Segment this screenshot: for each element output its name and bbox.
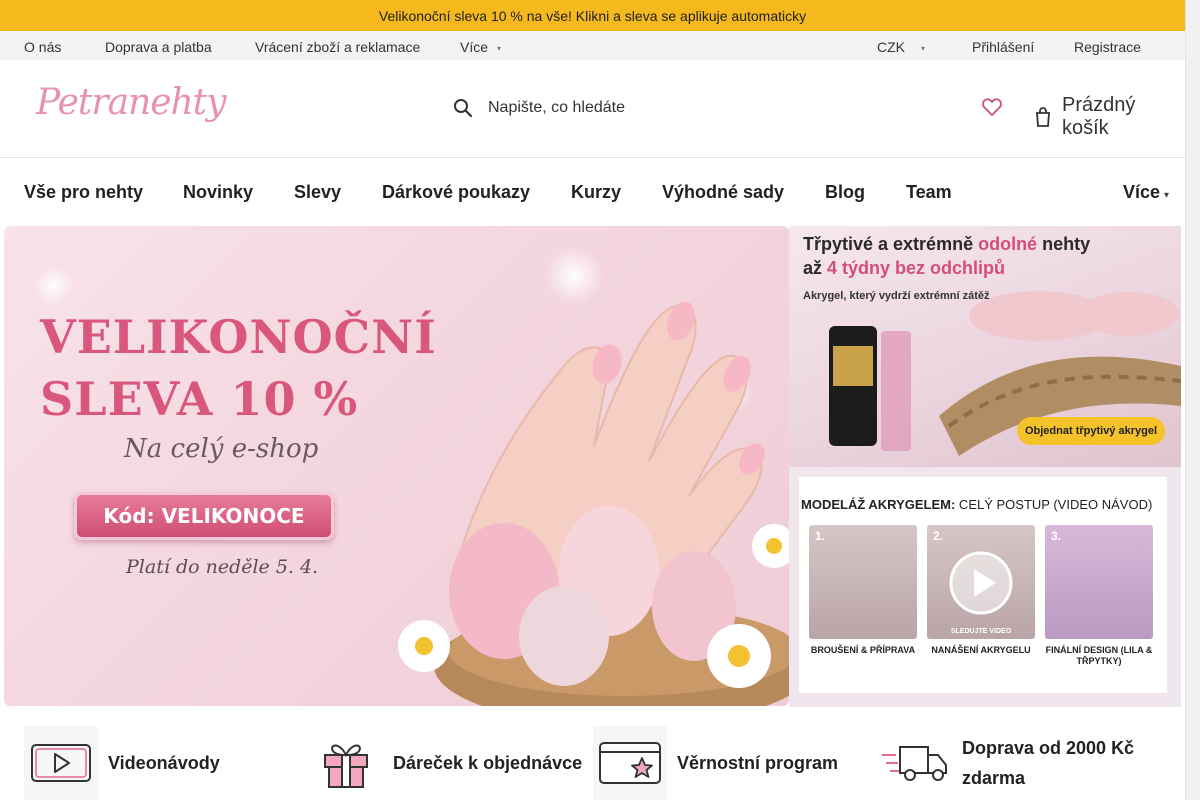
benefit-free-shipping[interactable]: Doprava od 2000 Kč zdarma [878,726,1152,800]
benefits-row: Videonávody Dáreček k objednávce Věrnost… [0,720,1185,800]
banner-subtitle: Na celý e-shop [124,434,319,464]
main-navigation: Vše pro nehty Novinky Slevy Dárkové pouk… [0,158,1185,226]
banner-title-line1: VELIKONOČNÍ [40,310,437,364]
register-link[interactable]: Registrace [1074,39,1141,55]
topbar-more-label: Více [460,39,489,55]
video-tutorial-banner[interactable]: MODELÁŽ AKRYGELEM: CELÝ POSTUP (VIDEO NÁ… [789,467,1181,707]
sparkle-decoration [34,266,74,306]
nav-item-sales[interactable]: Slevy [294,182,341,203]
search-bar[interactable] [450,90,800,126]
nav-more-label: Více [1123,182,1161,202]
tutorial-step-number: 2. [933,529,944,543]
chevron-down-icon: ▾ [497,43,502,53]
nav-more-dropdown[interactable]: Více ▾ [1123,182,1169,203]
tutorial-step-number: 1. [815,529,826,543]
nav-item-courses[interactable]: Kurzy [571,182,621,203]
nav-item-blog[interactable]: Blog [825,182,865,203]
tutorial-step-number: 3. [1051,529,1062,543]
tutorial-step-image: 1. [809,525,917,639]
benefit-label: Videonávody [108,753,220,773]
login-link[interactable]: Přihlášení [972,39,1034,55]
benefit-gift[interactable]: Dáreček k objednávce [309,726,582,800]
wishlist-heart-icon[interactable] [982,98,1002,121]
acrygel-title-highlight: 4 týdny bez odchlipů [827,258,1006,278]
discount-code-badge: Kód: VELIKONOCE [74,492,334,540]
benefit-label: Věrnostní program [677,753,839,773]
acrygel-title-text: nehty [1037,234,1091,254]
acrygel-title-text: až [803,258,828,278]
announcement-text[interactable]: Velikonoční sleva 10 % na vše! Klikni a … [379,8,806,24]
video-tutorial-title-bold: MODELÁŽ AKRYGELEM: [801,497,956,512]
tutorial-step-caption: FINÁLNÍ DESIGN (LILA & TŘPYTKY) [1045,645,1153,666]
banner-title-line2: SLEVA 10 % [40,372,359,426]
acrygel-banner-title: Třpytivé a extrémně odolné nehty až 4 tý… [803,232,1090,280]
topbar-link-returns[interactable]: Vrácení zboží a reklamace [255,39,420,55]
watch-video-label: SLEDUJTE VIDEO [950,628,1012,635]
nav-item-bundles[interactable]: Výhodné sady [662,182,784,203]
cart-icon [1034,107,1052,127]
gift-icon [309,726,383,800]
currency-selector[interactable]: CZK ▾ [877,39,925,55]
announcement-bar[interactable]: Velikonoční sleva 10 % na vše! Klikni a … [0,0,1185,31]
site-logo[interactable]: Petranehty [36,82,227,123]
acrygel-promo-banner[interactable]: Třpytivé a extrémně odolné nehty až 4 tý… [789,226,1181,467]
search-icon[interactable] [450,95,476,121]
benefit-loyalty-program[interactable]: Věrnostní program [593,726,838,800]
tutorial-step-image: 3. [1045,525,1153,639]
loyalty-card-icon [593,726,667,800]
topbar-more-dropdown[interactable]: Více ▾ [460,39,501,55]
site-header: Petranehty Prázdný košík [0,60,1185,158]
acrygel-banner-tagline: Akrygel, který vydrží extrémní zátěž [803,290,990,302]
acrygel-title-text: Třpytivé a extrémně [803,234,979,254]
acrygel-title-highlight: odolné [978,234,1038,254]
currency-label: CZK [877,39,905,55]
chevron-down-icon: ▾ [921,43,926,53]
easter-sale-banner[interactable]: VELIKONOČNÍ SLEVA 10 % Na celý e-shop Kó… [4,226,789,706]
topbar-link-about[interactable]: O nás [24,39,61,55]
benefit-video-tutorials[interactable]: Videonávody [24,726,220,800]
video-tutorial-title-light: CELÝ POSTUP (VIDEO NÁVOD) [955,497,1153,512]
nav-item-team[interactable]: Team [906,182,952,203]
video-tutorial-title: MODELÁŽ AKRYGELEM: CELÝ POSTUP (VIDEO NÁ… [801,497,1152,512]
chevron-down-icon: ▾ [1164,190,1170,201]
nav-item-news[interactable]: Novinky [183,182,253,203]
tutorial-step-image: 2. SLEDUJTE VIDEO [927,525,1035,639]
banner-title: VELIKONOČNÍ SLEVA 10 % [40,306,437,430]
nav-item-gift-vouchers[interactable]: Dárkové poukazy [382,182,530,203]
topbar-link-shipping[interactable]: Doprava a platba [105,39,212,55]
scrollbar[interactable] [1185,0,1200,800]
nails-easter-eggs-illustration [398,301,789,706]
video-play-icon[interactable] [947,549,1015,617]
cart-label: Prázdný košík [1062,94,1136,139]
benefit-label: Doprava od 2000 Kč zdarma [962,738,1135,788]
tutorial-step-caption: BROUŠENÍ & PŘÍPRAVA [810,645,916,655]
benefit-label: Dáreček k objednávce [393,753,583,773]
search-input[interactable] [488,99,768,117]
delivery-truck-icon [878,726,952,800]
video-play-icon [24,726,98,800]
top-utility-bar: O nás Doprava a platba Vrácení zboží a r… [0,31,1185,60]
tutorial-step-caption: NANÁŠENÍ AKRYGELU [931,645,1031,655]
nav-item-all-for-nails[interactable]: Vše pro nehty [24,182,143,203]
banner-validity: Platí do neděle 5. 4. [126,556,319,578]
cart-button[interactable]: Prázdný košík [1034,94,1185,140]
order-acrygel-button[interactable]: Objednat třpytivý akrygel [1017,417,1165,445]
